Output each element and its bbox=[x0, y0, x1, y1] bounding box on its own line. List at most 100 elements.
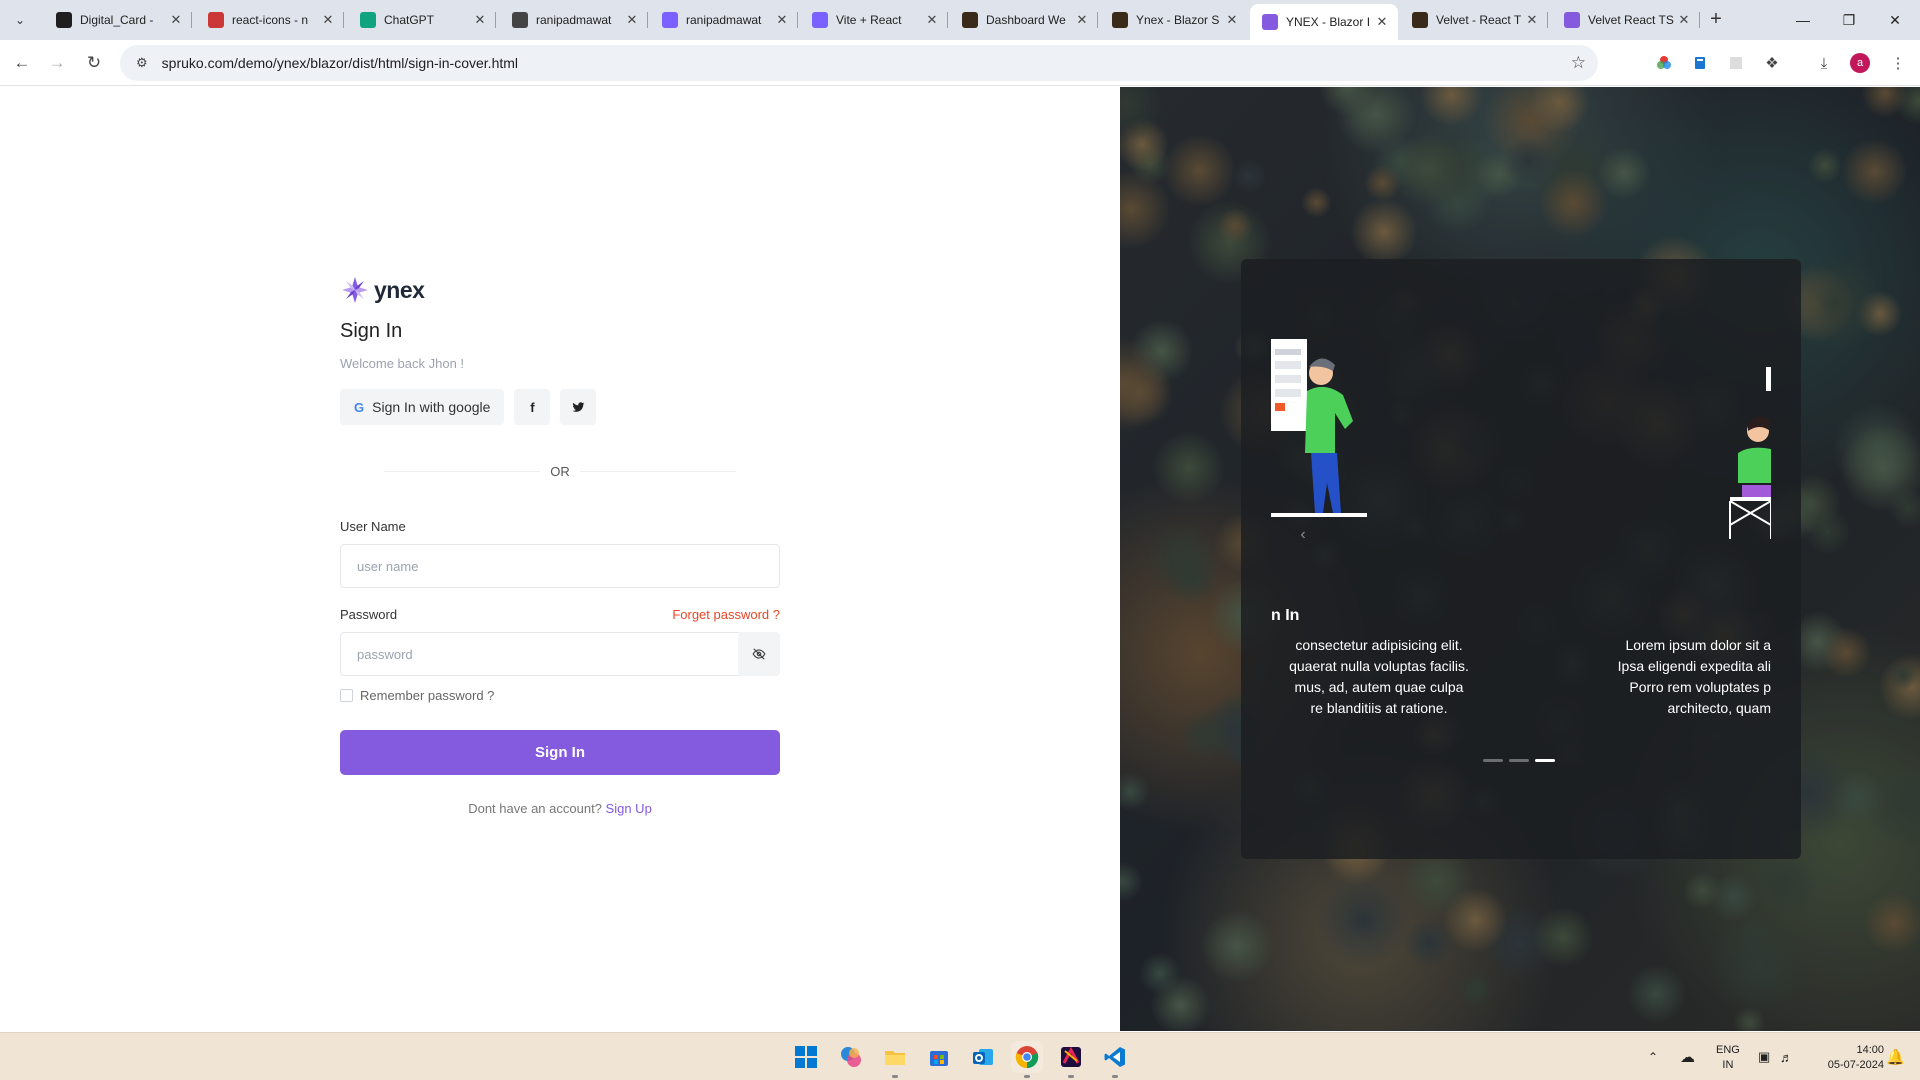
browser-tab[interactable]: Digital_Card - ✕ bbox=[44, 4, 192, 36]
site-info-icon[interactable]: ⚙ bbox=[136, 55, 148, 71]
download-icon[interactable]: ⤓ bbox=[1810, 49, 1838, 77]
bookmark-star-icon[interactable]: ☆ bbox=[1571, 53, 1586, 73]
onedrive-icon[interactable]: ☁ bbox=[1680, 1033, 1695, 1080]
tab-close-icon[interactable]: ✕ bbox=[1374, 14, 1390, 30]
carousel-indicator[interactable] bbox=[1509, 759, 1529, 762]
browser-tab[interactable]: react-icons - n ✕ bbox=[196, 4, 344, 36]
browser-tab[interactable]: Velvet - React T ✕ bbox=[1400, 4, 1548, 36]
signin-submit-button[interactable]: Sign In bbox=[340, 730, 780, 775]
system-clock[interactable]: 14:00 05-07-2024 bbox=[1828, 1043, 1884, 1073]
tree-texture bbox=[1164, 549, 1221, 606]
minimize-icon[interactable]: — bbox=[1780, 0, 1826, 40]
tab-close-icon[interactable]: ✕ bbox=[774, 12, 790, 28]
password-input[interactable]: password bbox=[340, 632, 738, 676]
remember-checkbox[interactable] bbox=[340, 689, 353, 702]
reload-icon[interactable]: ↻ bbox=[78, 47, 110, 79]
tab-title: Velvet React TS bbox=[1588, 13, 1674, 27]
volume-icon[interactable]: ♬ bbox=[1780, 1033, 1793, 1080]
browser-tab[interactable]: ChatGPT ✕ bbox=[348, 4, 496, 36]
restore-icon[interactable]: ❐ bbox=[1826, 0, 1872, 40]
tree-texture bbox=[1199, 908, 1275, 984]
tab-close-icon[interactable]: ✕ bbox=[472, 12, 488, 28]
google-icon: G bbox=[354, 399, 365, 415]
tab-title: Vite + React bbox=[836, 13, 902, 27]
tree-texture bbox=[1231, 158, 1267, 194]
language-indicator[interactable]: ENG IN bbox=[1716, 1043, 1740, 1073]
adobe-app-icon[interactable] bbox=[1055, 1041, 1087, 1078]
copilot-icon[interactable] bbox=[835, 1041, 867, 1073]
vscode-icon[interactable] bbox=[1099, 1041, 1131, 1078]
show-hidden-icons[interactable]: ⌃ bbox=[1648, 1033, 1658, 1080]
tab-close-icon[interactable]: ✕ bbox=[1676, 12, 1692, 28]
tab-close-icon[interactable]: ✕ bbox=[1524, 12, 1540, 28]
toggle-password-visibility-button[interactable] bbox=[738, 632, 780, 676]
tab-separator bbox=[647, 12, 648, 28]
woman-illustration bbox=[1729, 367, 1771, 539]
browser-tab[interactable]: Velvet React TS ✕ bbox=[1552, 4, 1700, 36]
browser-tab[interactable]: YNEX - Blazor I ✕ bbox=[1250, 4, 1398, 40]
remember-password-row: Remember password ? bbox=[340, 688, 780, 703]
tab-close-icon[interactable]: ✕ bbox=[1224, 12, 1240, 28]
signup-link[interactable]: Sign Up bbox=[606, 801, 652, 816]
tab-close-icon[interactable]: ✕ bbox=[320, 12, 336, 28]
tree-texture bbox=[1683, 870, 1723, 910]
network-icon[interactable]: ▣ bbox=[1758, 1033, 1770, 1080]
username-input[interactable]: user name bbox=[340, 544, 780, 588]
remember-label[interactable]: Remember password ? bbox=[360, 688, 494, 703]
tab-search-icon[interactable]: ⌄ bbox=[8, 8, 32, 32]
tab-strip: ⌄ Digital_Card - ✕ react-icons - n ✕ ChatGP… bbox=[0, 0, 1920, 40]
forward-arrow-icon[interactable]: → bbox=[41, 47, 73, 79]
browser-menu-icon[interactable]: ⋮ bbox=[1884, 49, 1912, 77]
tab-separator bbox=[495, 12, 496, 28]
microsoft-store-icon[interactable] bbox=[923, 1041, 955, 1073]
notification-bell-icon[interactable]: 🔔 bbox=[1886, 1033, 1905, 1080]
tab-close-icon[interactable]: ✕ bbox=[168, 12, 184, 28]
chrome-icon[interactable] bbox=[1011, 1041, 1043, 1078]
signup-row: Dont have an account? Sign Up bbox=[340, 801, 780, 816]
back-arrow-icon[interactable]: ← bbox=[6, 47, 38, 79]
google-signin-label: Sign In with google bbox=[372, 399, 491, 415]
google-signin-button[interactable]: G Sign In with google bbox=[340, 389, 505, 425]
clock-time: 14:00 bbox=[1856, 1044, 1884, 1056]
extension-placeholder-icon[interactable] bbox=[1722, 49, 1750, 77]
address-bar[interactable]: ⚙ spruko.com/demo/ynex/blazor/dist/html/… bbox=[120, 45, 1598, 81]
carousel-prev-icon[interactable]: ‹ bbox=[1289, 521, 1317, 549]
tree-texture bbox=[1120, 771, 1150, 812]
velvet-icon bbox=[1564, 12, 1580, 28]
tab-close-icon[interactable]: ✕ bbox=[1074, 12, 1090, 28]
facebook-button[interactable]: f bbox=[514, 389, 551, 425]
tree-texture bbox=[1820, 626, 1872, 679]
browser-tab[interactable]: Dashboard We ✕ bbox=[950, 4, 1098, 36]
url-text[interactable]: spruko.com/demo/ynex/blazor/dist/html/si… bbox=[162, 55, 518, 71]
username-placeholder: user name bbox=[357, 558, 419, 574]
color-extension-icon[interactable] bbox=[1650, 49, 1678, 77]
browser-tab[interactable]: Vite + React ✕ bbox=[800, 4, 948, 36]
tab-close-icon[interactable]: ✕ bbox=[624, 12, 640, 28]
carousel-indicator[interactable] bbox=[1535, 759, 1555, 762]
close-window-icon[interactable]: ✕ bbox=[1872, 0, 1918, 40]
forget-password-link[interactable]: Forget password ? bbox=[672, 607, 780, 622]
carousel-indicator[interactable] bbox=[1483, 759, 1503, 762]
tree-texture bbox=[1350, 197, 1419, 267]
tab-title: ChatGPT bbox=[384, 13, 435, 27]
npm-icon bbox=[208, 12, 224, 28]
tab-close-icon[interactable]: ✕ bbox=[924, 12, 940, 28]
browser-tab[interactable]: Ynex - Blazor S ✕ bbox=[1100, 4, 1248, 36]
extensions-puzzle-icon[interactable]: ❖ bbox=[1758, 49, 1786, 77]
reader-extension-icon[interactable] bbox=[1686, 49, 1714, 77]
tab-separator bbox=[797, 12, 798, 28]
profile-avatar[interactable]: a bbox=[1846, 49, 1874, 77]
new-tab-button[interactable]: + bbox=[1704, 8, 1728, 32]
tab-title: Digital_Card - bbox=[80, 13, 154, 27]
ynex-icon bbox=[1262, 14, 1278, 30]
outlook-icon[interactable] bbox=[967, 1041, 999, 1073]
language-code: ENG bbox=[1716, 1044, 1740, 1056]
tree-texture bbox=[1363, 164, 1402, 203]
windows-start-icon[interactable] bbox=[790, 1041, 822, 1073]
browser-tab[interactable]: ranipadmawat ✕ bbox=[500, 4, 648, 36]
tree-texture bbox=[1120, 170, 1172, 250]
file-explorer-icon[interactable] bbox=[879, 1041, 911, 1078]
twitter-icon bbox=[572, 401, 585, 412]
twitter-button[interactable] bbox=[560, 389, 597, 425]
browser-tab[interactable]: ranipadmawat ✕ bbox=[650, 4, 798, 36]
